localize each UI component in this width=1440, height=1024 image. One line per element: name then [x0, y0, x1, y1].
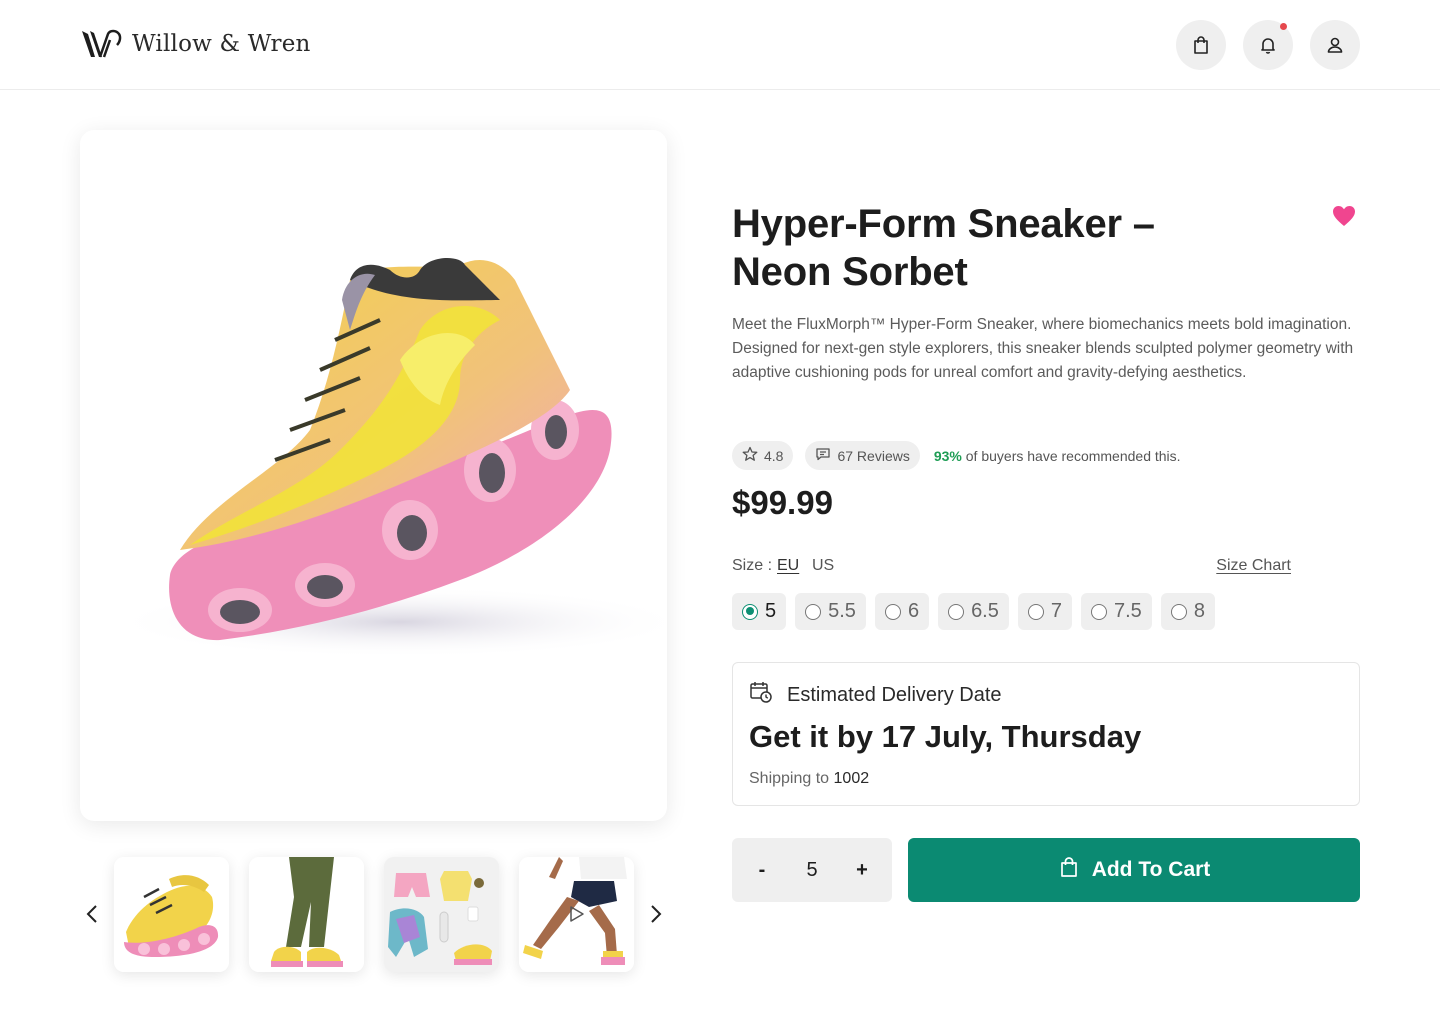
size-unit-eu[interactable]: EU [777, 557, 799, 575]
size-unit-us[interactable]: US [812, 557, 834, 575]
product-meta: 4.8 67 Reviews 93% of buyers have recomm… [732, 441, 1181, 470]
brand-logo[interactable]: Willow & Wren [80, 28, 311, 60]
play-icon [569, 905, 585, 923]
radio-icon [948, 603, 965, 620]
cart-button[interactable] [1176, 20, 1226, 70]
shipping-label: Shipping to [749, 770, 830, 787]
radio-icon [884, 603, 901, 620]
size-chart-link[interactable]: Size Chart [1216, 557, 1291, 575]
top-header: Willow & Wren [0, 0, 1440, 90]
recommend-percentage: 93% [933, 447, 962, 464]
delivery-heading: Estimated Delivery Date [787, 683, 1002, 706]
account-button[interactable] [1310, 20, 1360, 70]
header-actions [1176, 20, 1360, 70]
size-option[interactable]: 7 [1017, 593, 1072, 630]
size-value: 7 [1050, 600, 1062, 622]
size-option[interactable]: 5.5 [795, 593, 866, 630]
size-options: 5 5.5 6 6.5 7 7.5 8 [732, 593, 1215, 630]
rating-value: 4.8 [764, 447, 784, 464]
size-value: 6.5 [971, 600, 999, 622]
reviews-badge[interactable]: 67 Reviews [805, 441, 920, 470]
size-value: 6 [907, 600, 920, 622]
size-value: 8 [1193, 600, 1205, 622]
size-header: Size : EU US Size Chart [732, 557, 1360, 579]
thumbnail-outfit-flatlay[interactable] [384, 857, 499, 972]
quantity-stepper: - 5 + [732, 838, 892, 902]
size-option[interactable]: 8 [1160, 593, 1215, 630]
add-to-cart-label: Add To Cart [1091, 858, 1211, 881]
calendar-clock-icon [749, 680, 773, 710]
delivery-card: Estimated Delivery Date Get it by 17 Jul… [732, 662, 1360, 806]
thumbnail-runner-video[interactable] [519, 857, 634, 972]
user-icon [1325, 35, 1345, 55]
product-description: Meet the FluxMorph™ Hyper-Form Sneaker, … [732, 316, 1354, 381]
thumbnail-next-button[interactable] [644, 902, 668, 930]
bell-icon [1258, 35, 1278, 55]
shipping-zip[interactable]: 1002 [834, 770, 870, 787]
radio-icon [1091, 603, 1107, 620]
size-value: 5.5 [828, 600, 856, 622]
sneaker-illustration [110, 258, 667, 658]
reviews-count: 67 Reviews [837, 447, 910, 464]
chevron-right-icon [650, 904, 662, 929]
product-title: Hyper-Form Sneaker – Neon Sorbet [732, 202, 1155, 294]
shopping-bag-icon [1058, 856, 1080, 884]
thumbnail-strip [114, 857, 634, 972]
thumbnail-prev-button[interactable] [80, 902, 104, 930]
size-value: 7.5 [1114, 600, 1142, 622]
radio-icon [1027, 603, 1044, 620]
quantity-value: 5 [806, 858, 818, 881]
recommendation-text: 93% of buyers have recommended this. [934, 448, 1181, 464]
size-option[interactable]: 6 [874, 593, 930, 630]
notifications-button[interactable] [1243, 20, 1293, 70]
increase-quantity-button[interactable]: + [852, 859, 872, 882]
size-option[interactable]: 6.5 [938, 593, 1009, 630]
ww-monogram-icon [80, 28, 122, 60]
favorite-heart-icon[interactable] [1332, 205, 1356, 232]
decrease-quantity-button[interactable]: - [752, 859, 772, 882]
shipping-info: Shipping to 1002 [749, 770, 869, 788]
add-to-cart-button[interactable]: Add To Cart [908, 838, 1360, 902]
delivery-date: Get it by 17 July, Thursday [749, 719, 1142, 754]
thumbnail-sneakers-pair[interactable] [114, 857, 229, 972]
size-option[interactable]: 5 [732, 593, 787, 630]
size-option[interactable]: 7.5 [1081, 593, 1152, 630]
main-product-image[interactable] [80, 130, 667, 821]
radio-selected-icon [742, 603, 758, 620]
product-price: $99.99 [732, 484, 833, 521]
star-icon [742, 446, 758, 465]
size-value: 5 [765, 600, 777, 622]
thumbnail-model-legs[interactable] [249, 857, 364, 972]
radio-icon [805, 603, 822, 620]
comment-icon [815, 446, 831, 465]
recommend-label: of buyers have recommended this. [965, 447, 1181, 464]
shopping-bag-icon [1191, 35, 1211, 55]
brand-name: Willow & Wren [132, 31, 311, 57]
delivery-heading-row: Estimated Delivery Date [749, 680, 1002, 710]
size-label: Size : [732, 557, 773, 574]
radio-icon [1170, 603, 1187, 620]
chevron-left-icon [86, 904, 98, 929]
notification-dot [1280, 23, 1287, 30]
rating-badge[interactable]: 4.8 [732, 441, 794, 470]
